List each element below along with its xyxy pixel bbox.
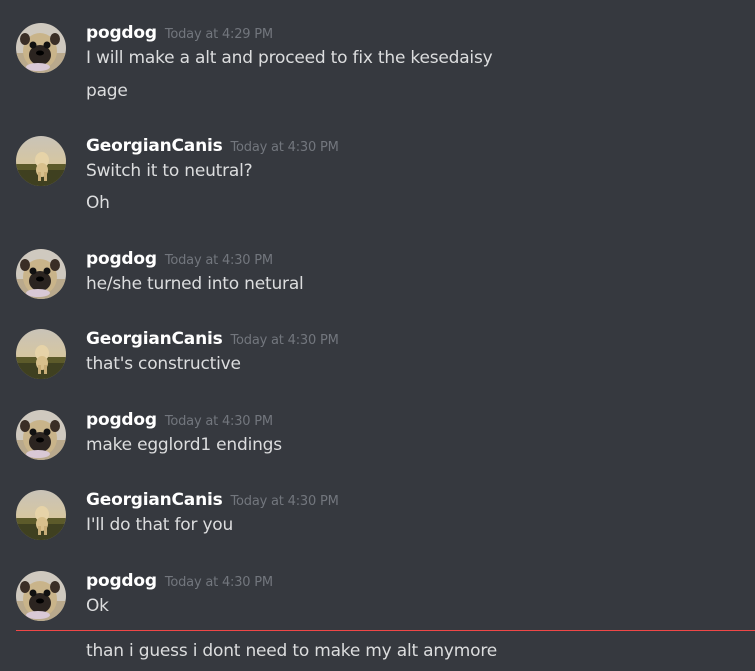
- message-text: page: [86, 81, 128, 101]
- message-timestamp: Today at 4:30 PM: [164, 414, 273, 429]
- dog-in-field-avatar-icon[interactable]: [16, 329, 66, 379]
- message-header: pogdog Today at 4:29 PM: [86, 23, 273, 47]
- dog-in-field-avatar-icon[interactable]: [16, 136, 66, 186]
- message-text: Ok: [86, 596, 109, 616]
- username[interactable]: pogdog: [86, 23, 157, 43]
- message-header: pogdog Today at 4:30 PM: [86, 410, 273, 434]
- message-header: pogdog Today at 4:30 PM: [86, 249, 273, 273]
- message-header: GeorgianCanis Today at 4:30 PM: [86, 329, 339, 353]
- message-timestamp: Today at 4:29 PM: [164, 27, 273, 42]
- message-text: I'll do that for you: [86, 515, 234, 535]
- message-text: that's constructive: [86, 354, 241, 374]
- username[interactable]: pogdog: [86, 410, 157, 430]
- pug-avatar-icon[interactable]: [16, 410, 66, 460]
- username[interactable]: GeorgianCanis: [86, 136, 223, 156]
- message-header: GeorgianCanis Today at 4:30 PM: [86, 490, 339, 514]
- username[interactable]: GeorgianCanis: [86, 490, 223, 510]
- message-text: he/she turned into netural: [86, 274, 304, 294]
- message-text: than i guess i dont need to make my alt …: [86, 641, 498, 661]
- message-timestamp: Today at 4:30 PM: [164, 253, 273, 268]
- message-header: GeorgianCanis Today at 4:30 PM: [86, 136, 339, 160]
- message-header: pogdog Today at 4:30 PM: [86, 571, 273, 595]
- chat-messages: pogdog Today at 4:29 PM I will make a alt…: [0, 0, 755, 671]
- message-timestamp: Today at 4:30 PM: [230, 140, 339, 155]
- message-text: Oh: [86, 193, 110, 213]
- message-timestamp: Today at 4:30 PM: [230, 494, 339, 509]
- message-text: make egglord1 endings: [86, 435, 282, 455]
- username[interactable]: pogdog: [86, 249, 157, 269]
- dog-in-field-avatar-icon[interactable]: [16, 490, 66, 540]
- message-text: Switch it to neutral?: [86, 161, 253, 181]
- username[interactable]: GeorgianCanis: [86, 329, 223, 349]
- pug-avatar-icon[interactable]: [16, 249, 66, 299]
- pug-avatar-icon[interactable]: [16, 571, 66, 621]
- message-timestamp: Today at 4:30 PM: [164, 575, 273, 590]
- new-messages-divider: [16, 630, 755, 631]
- message-timestamp: Today at 4:30 PM: [230, 333, 339, 348]
- username[interactable]: pogdog: [86, 571, 157, 591]
- message-text: I will make a alt and proceed to fix the…: [86, 48, 493, 68]
- pug-avatar-icon[interactable]: [16, 23, 66, 73]
